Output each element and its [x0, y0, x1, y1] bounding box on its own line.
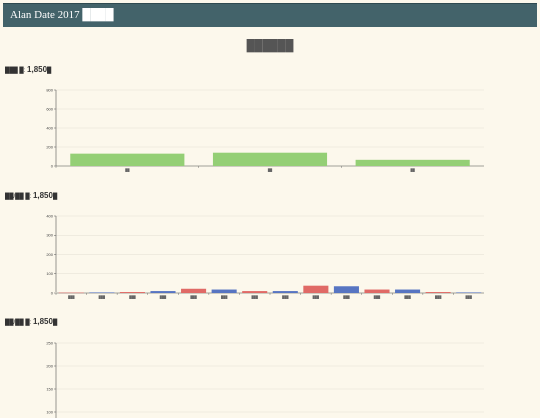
bar: [119, 292, 145, 293]
bar: [395, 289, 421, 293]
page-title: ██████: [246, 40, 294, 52]
x-tick-label: ███: [343, 295, 350, 299]
bar: [456, 292, 482, 293]
section-2-label-suffix: █: [52, 194, 58, 200]
chart-3: 50100150200250: [46, 340, 484, 418]
x-tick-label: ███: [99, 295, 106, 299]
x-tick-label: ███: [252, 295, 259, 299]
bar: [89, 292, 115, 293]
y-tick-label: 200: [46, 144, 53, 149]
app-title: Alan Date 2017 ████: [10, 9, 114, 21]
x-tick-label: ███: [68, 295, 75, 299]
bar: [242, 291, 268, 293]
x-tick-label: ███: [374, 295, 381, 299]
bar: [211, 289, 237, 293]
bar: [355, 159, 470, 166]
bar: [425, 292, 451, 293]
section-1-label: ███ █: 1,850█: [5, 65, 51, 74]
chart-2: 0 100 200 300 400 ███ ███ ███ ███ ███ ███ ███ ███ ███…: [46, 213, 484, 299]
y-tick-label: 250: [46, 340, 53, 345]
y-tick-label: 0: [51, 290, 54, 295]
section-3-label-prefix: ██/██ █:: [5, 320, 32, 326]
x-tick-label: ███: [160, 295, 167, 299]
bar: [364, 289, 390, 293]
section-3-label: ██/██ █: 1,850█: [5, 317, 57, 326]
y-tick-label: 0: [51, 163, 54, 168]
y-tick-label: 600: [46, 106, 53, 111]
bar: [181, 288, 207, 293]
y-tick-label: 300: [46, 233, 53, 238]
section-1-label-prefix: ███ █:: [5, 68, 26, 74]
x-tick-label: ███: [129, 295, 136, 299]
y-tick-label: 200: [46, 363, 53, 368]
x-tick-label: ██: [411, 168, 416, 172]
x-tick-label: ███: [221, 295, 228, 299]
bar: [58, 292, 84, 294]
bar: [333, 286, 359, 293]
y-tick-label: 100: [46, 271, 53, 276]
bar: [272, 291, 298, 293]
section-2-label-value: 1,850: [32, 191, 53, 200]
y-tick-label: 800: [46, 87, 53, 92]
bar: [212, 152, 328, 166]
section-1-label-suffix: █: [47, 68, 52, 74]
y-tick-label: 200: [46, 252, 53, 257]
x-tick-label: ███: [313, 295, 320, 299]
y-tick-label: 100: [46, 409, 53, 414]
bar: [303, 285, 329, 293]
y-tick-label: 150: [46, 386, 53, 391]
section-1-label-value: 1,850: [27, 65, 48, 74]
x-tick-label: ██: [268, 168, 273, 172]
section-3-label-value: 1,850: [32, 317, 53, 326]
x-tick-label: ███: [404, 295, 411, 299]
chart-1: 0 200 400 600 800 ██ ██ ██: [46, 87, 484, 172]
bar: [150, 291, 176, 293]
section-2-label: ██/██ █: 1,850█: [5, 191, 57, 200]
x-tick-label: ███: [190, 295, 197, 299]
section-2-label-prefix: ██/██ █:: [5, 194, 32, 200]
x-tick-label: ███: [435, 295, 442, 299]
x-tick-label: ███: [282, 295, 289, 299]
bar: [70, 153, 185, 166]
app-header: Alan Date 2017 ████: [3, 3, 537, 27]
section-3-label-suffix: █: [52, 320, 58, 326]
y-tick-label: 400: [46, 125, 53, 130]
x-tick-label: ██: [125, 168, 130, 172]
x-tick-label: ███: [466, 295, 473, 299]
y-tick-label: 400: [46, 213, 53, 218]
